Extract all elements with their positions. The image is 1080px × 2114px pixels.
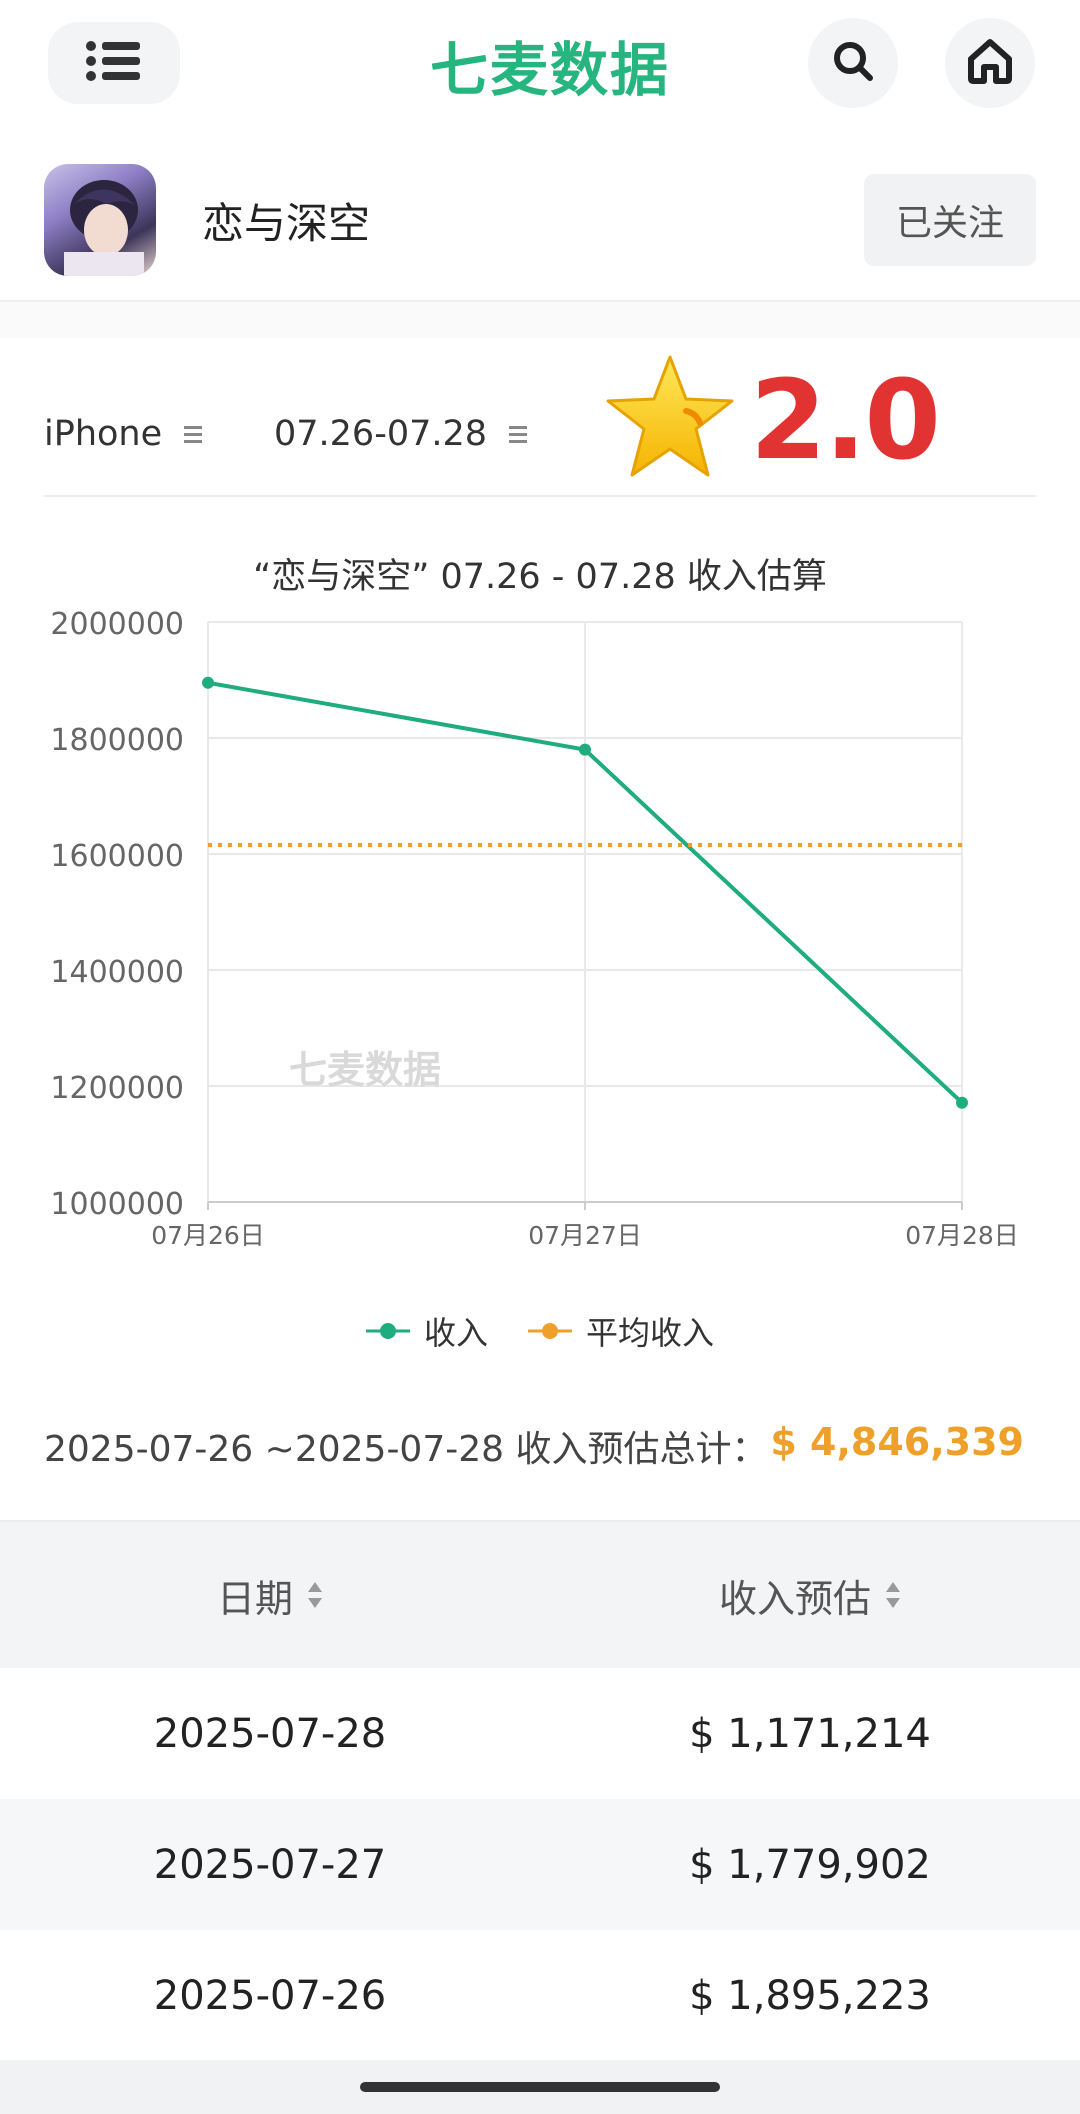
search-button[interactable] (808, 18, 898, 108)
column-header-revenue-label: 收入预估 (718, 1576, 871, 1621)
sort-icon (307, 1580, 323, 1610)
home-button[interactable] (945, 18, 1035, 108)
date-range-label: 07.26-07.28 (274, 414, 488, 454)
device-filter-label: iPhone (44, 414, 163, 454)
date-range-filter[interactable]: 07.26-07.28 (274, 414, 528, 454)
table-row[interactable]: 2025-07-26 $ 1,895,223 (0, 1930, 1080, 2061)
follow-button[interactable]: 已关注 (864, 174, 1036, 266)
y-tick-label: 1200000 (50, 1071, 184, 1106)
rating-overlay: 2.0 (600, 350, 941, 490)
brand-logo[interactable]: 七麦数据 (410, 28, 690, 104)
legend-item-average[interactable]: 平均收入 (528, 1308, 714, 1354)
revenue-chart: “恋与深空” 07.26 - 07.28 收入估算 2000000 1800000… (0, 530, 1080, 1370)
table-cell-revenue: $ 1,171,214 (689, 1710, 931, 1757)
dropdown-menu-icon (184, 414, 203, 454)
table-cell-date: 2025-07-27 (153, 1841, 387, 1888)
legend-marker-average (528, 1323, 572, 1339)
income-point (202, 676, 214, 689)
column-header-date-label: 日期 (216, 1576, 293, 1621)
y-tick-label: 1400000 (50, 955, 184, 990)
star-icon (600, 353, 740, 487)
table-cell-date: 2025-07-26 (153, 1972, 387, 2019)
top-bar: 七麦数据 (0, 0, 1080, 130)
y-tick-label: 2000000 (50, 607, 184, 642)
device-filter[interactable]: iPhone (44, 414, 203, 454)
table-row[interactable]: 2025-07-27 $ 1,779,902 (0, 1799, 1080, 1930)
brand-name: 七麦数据 (429, 36, 670, 104)
table-row[interactable]: 2025-07-28 $ 1,171,214 (0, 1668, 1080, 1799)
x-tick-label: 07月28日 (905, 1221, 1019, 1250)
dropdown-menu-icon (509, 414, 528, 454)
legend-label-income: 收入 (423, 1314, 488, 1352)
section-divider (0, 302, 1080, 338)
legend-marker-income (365, 1323, 410, 1339)
app-name: 恋与深空 (202, 199, 371, 248)
legend-item-income[interactable]: 收入 (365, 1308, 488, 1354)
revenue-summary-label: 2025-07-26 ~2025-07-28 收入预估总计： (44, 1429, 768, 1470)
revenue-table: 日期 收入预估 2025-07-28 $ 1,171,214 2025-07-2… (0, 1520, 1080, 2061)
list-icon (86, 41, 142, 85)
revenue-summary-total: $ 4,846,339 (770, 1420, 1024, 1464)
sort-icon (885, 1580, 901, 1610)
home-icon (965, 37, 1015, 89)
income-point (579, 743, 591, 756)
table-header: 日期 收入预估 (0, 1520, 1080, 1668)
x-tick-label: 07月26日 (151, 1221, 265, 1250)
legend-label-average: 平均收入 (586, 1314, 715, 1352)
column-header-date[interactable]: 日期 (0, 1568, 540, 1623)
x-tick-label: 07月27日 (528, 1221, 642, 1250)
y-tick-label: 1800000 (50, 723, 184, 758)
rating-value: 2.0 (750, 356, 941, 484)
chart-legend: 收入 平均收入 (0, 1308, 1080, 1354)
app-icon[interactable] (44, 164, 156, 276)
app-header: 恋与深空 已关注 (0, 150, 1080, 302)
y-tick-label: 1600000 (50, 839, 184, 874)
column-header-revenue[interactable]: 收入预估 (540, 1568, 1080, 1623)
table-body: 2025-07-28 $ 1,171,214 2025-07-27 $ 1,77… (0, 1668, 1080, 2061)
table-cell-revenue: $ 1,779,902 (689, 1841, 931, 1888)
menu-button[interactable] (48, 22, 180, 104)
table-cell-revenue: $ 1,895,223 (689, 1972, 931, 2019)
chart-plot[interactable]: 2000000 1800000 1600000 1400000 1200000 10000… (0, 530, 1080, 1300)
search-icon (831, 39, 875, 87)
y-tick-label: 1000000 (50, 1187, 184, 1222)
table-cell-date: 2025-07-28 (153, 1710, 387, 1757)
income-point (956, 1096, 968, 1109)
home-indicator[interactable] (360, 2082, 720, 2092)
chart-watermark: 七麦数据 (289, 1048, 441, 1092)
